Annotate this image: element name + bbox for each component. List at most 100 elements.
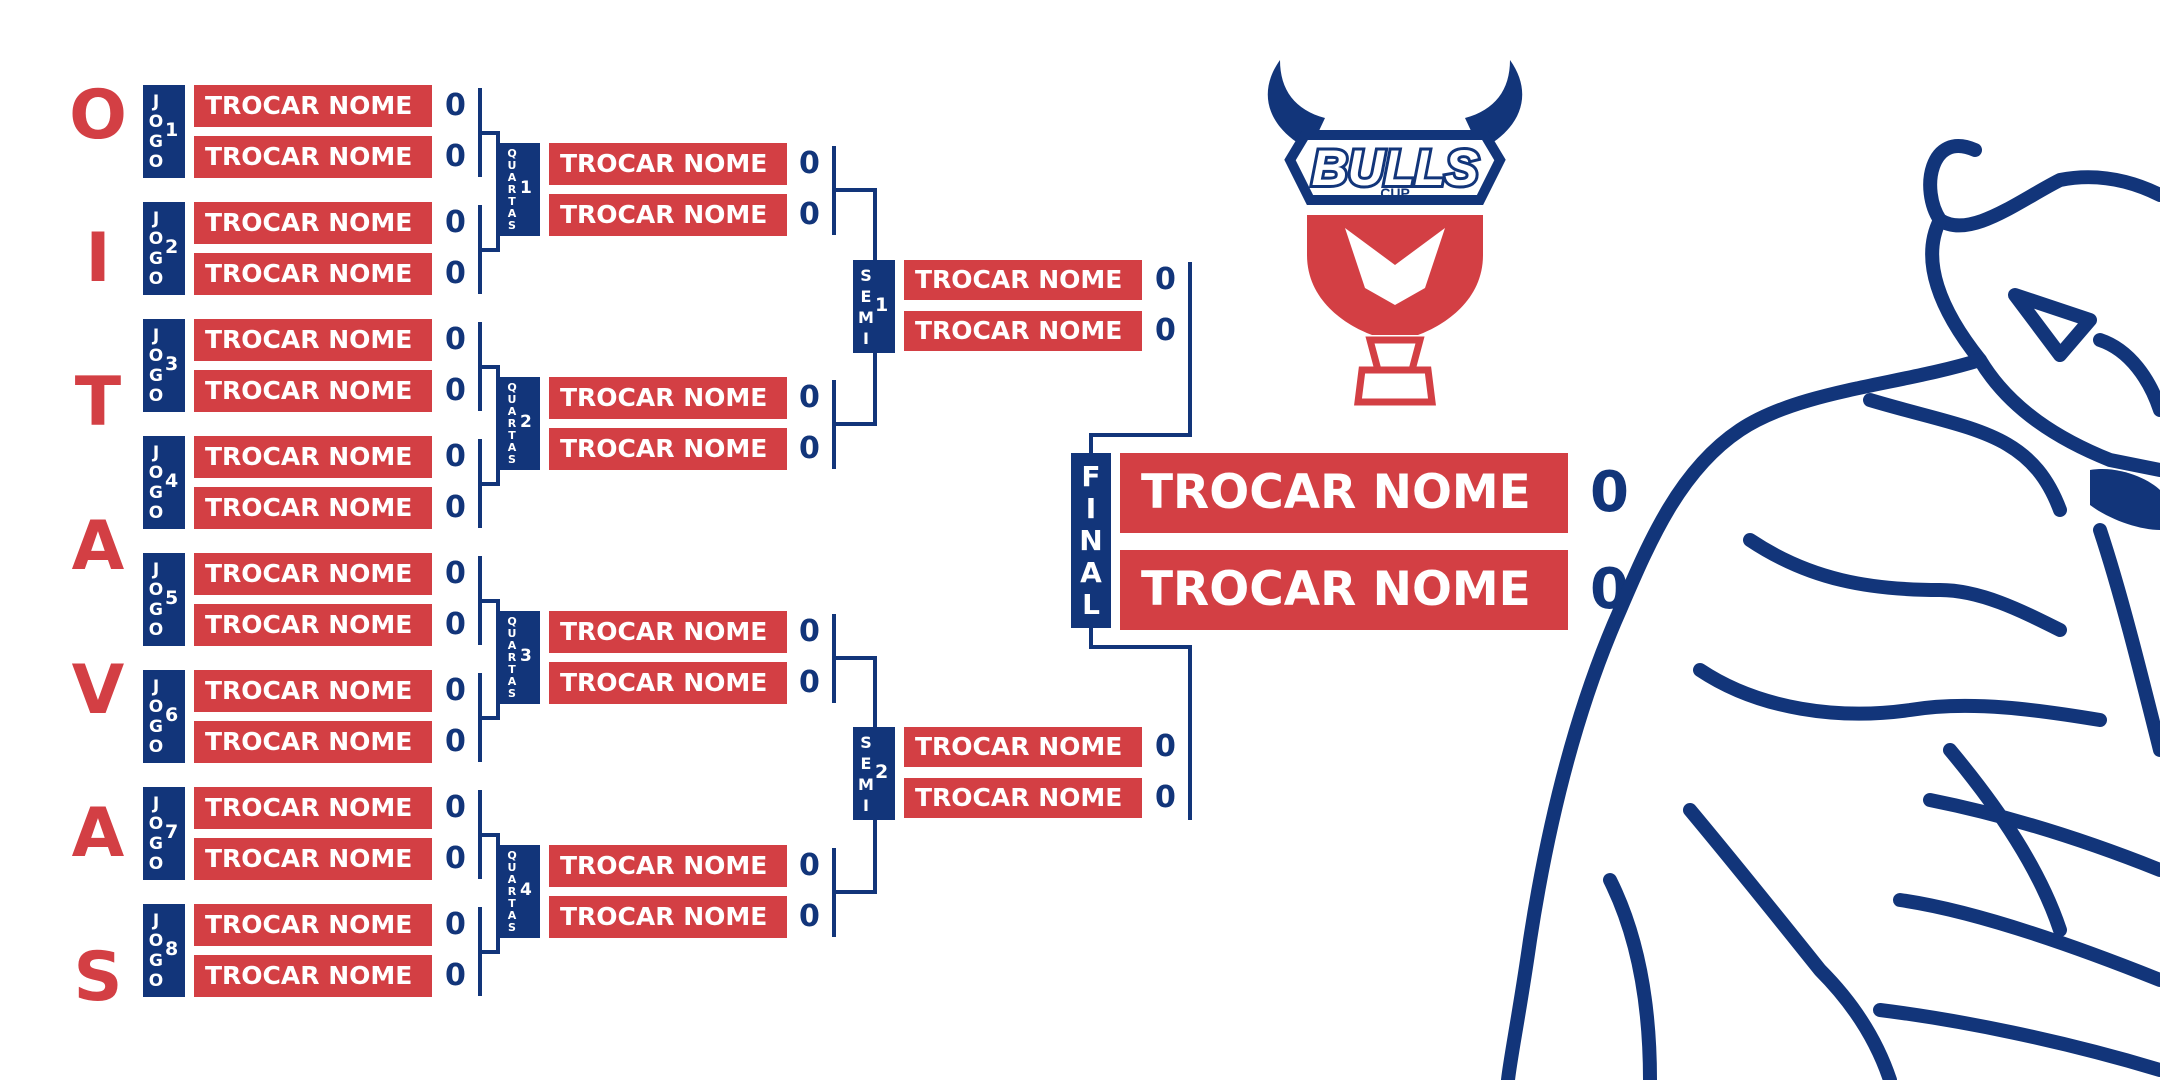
side-title-letter: A (71, 507, 125, 586)
team-score[interactable]: 0 (1155, 311, 1176, 351)
team-score[interactable]: 0 (1155, 260, 1176, 300)
team-score[interactable]: 0 (799, 611, 820, 653)
tab-quartas-4: QUARTAS4 (500, 845, 540, 938)
match-number: 6 (165, 704, 179, 727)
bracket-line (832, 188, 876, 192)
vertical-label-letter: A (507, 206, 517, 220)
team-score[interactable]: 0 (445, 955, 466, 997)
team-name[interactable]: TROCAR NOME (549, 845, 787, 887)
team-score[interactable]: 0 (1155, 778, 1176, 818)
team-name[interactable]: TROCAR NOME (904, 311, 1142, 351)
team-score[interactable]: 0 (799, 428, 820, 470)
team-score[interactable]: 0 (445, 436, 466, 478)
team-name[interactable]: TROCAR NOME (549, 896, 787, 938)
vertical-label-letter: O (148, 268, 164, 289)
vertical-label-letter: U (507, 626, 517, 640)
team-name[interactable]: TROCAR NOME (194, 604, 432, 646)
bracket-line (478, 716, 498, 720)
team-score[interactable]: 0 (445, 904, 466, 946)
vertical-label-letter: R (507, 650, 517, 664)
tab-semi-1: SEMI1 (853, 260, 895, 353)
team-score[interactable]: 0 (799, 194, 820, 236)
team-score[interactable]: 0 (445, 787, 466, 829)
team-score[interactable]: 0 (445, 370, 466, 412)
vertical-label-letter: I (863, 795, 869, 815)
team-score[interactable]: 0 (445, 838, 466, 880)
vertical-label-letter: R (507, 416, 517, 430)
team-name[interactable]: TROCAR NOME (194, 904, 432, 946)
vertical-label-letter: J (152, 793, 160, 814)
team-name[interactable]: TROCAR NOME (194, 670, 432, 712)
vertical-label-letter: A (507, 638, 517, 652)
team-name[interactable]: TROCAR NOME (194, 487, 432, 529)
match-number: 2 (520, 412, 532, 433)
team-score[interactable]: 0 (445, 85, 466, 127)
vertical-label-letter: A (1080, 555, 1102, 589)
vertical-label-letter: G (149, 482, 163, 503)
team-name[interactable]: TROCAR NOME (549, 194, 787, 236)
team-name[interactable]: TROCAR NOME (194, 436, 432, 478)
team-name[interactable]: TROCAR NOME (194, 787, 432, 829)
match-number: 7 (165, 821, 179, 844)
team-name[interactable]: TROCAR NOME (194, 553, 432, 595)
team-name[interactable]: TROCAR NOME (194, 253, 432, 295)
tab-jogo-2: JOGO2 (143, 202, 185, 295)
team-score[interactable]: 0 (445, 319, 466, 361)
team-name[interactable]: TROCAR NOME (904, 260, 1142, 300)
team-score[interactable]: 0 (445, 202, 466, 244)
team-score[interactable]: 0 (1155, 727, 1176, 767)
team-score[interactable]: 0 (799, 662, 820, 704)
vertical-label-letter: G (149, 131, 163, 152)
team-score[interactable]: 0 (799, 896, 820, 938)
tab-jogo-6: JOGO6 (143, 670, 185, 763)
team-name[interactable]: TROCAR NOME (194, 202, 432, 244)
team-name[interactable]: TROCAR NOME (194, 136, 432, 178)
team-score[interactable]: 0 (799, 845, 820, 887)
team-name[interactable]: TROCAR NOME (194, 721, 432, 763)
team-name[interactable]: TROCAR NOME (194, 370, 432, 412)
vertical-label-letter: Q (507, 614, 517, 628)
team-score[interactable]: 0 (445, 487, 466, 529)
team-name[interactable]: TROCAR NOME (549, 611, 787, 653)
team-score[interactable]: 0 (445, 604, 466, 646)
team-name[interactable]: TROCAR NOME (194, 85, 432, 127)
tab-semi-2: SEMI2 (853, 727, 895, 820)
side-title-letter: V (71, 651, 125, 730)
team-score[interactable]: 0 (445, 136, 466, 178)
team-name[interactable]: TROCAR NOME (549, 143, 787, 185)
vertical-label-letter: T (508, 428, 516, 442)
vertical-label-letter: J (152, 325, 160, 346)
team-name[interactable]: TROCAR NOME (549, 428, 787, 470)
team-name[interactable]: TROCAR NOME (549, 377, 787, 419)
team-score[interactable]: 0 (445, 253, 466, 295)
vertical-label-letter: O (148, 853, 164, 874)
vertical-label-letter: O (148, 502, 164, 523)
team-name[interactable]: TROCAR NOME (194, 319, 432, 361)
vertical-label-letter: A (507, 674, 517, 688)
bracket-line (478, 131, 498, 135)
team-name[interactable]: TROCAR NOME (194, 955, 432, 997)
bracket-line (832, 656, 876, 660)
team-score[interactable]: 0 (799, 377, 820, 419)
vertical-label-letter: T (508, 194, 516, 208)
team-name[interactable]: TROCAR NOME (904, 778, 1142, 818)
vertical-label-letter: G (149, 599, 163, 620)
team-score[interactable]: 0 (445, 721, 466, 763)
team-score[interactable]: 0 (445, 553, 466, 595)
vertical-label-letter: O (148, 619, 164, 640)
team-score[interactable]: 0 (445, 670, 466, 712)
logo-subtitle: CUP (1380, 185, 1410, 201)
team-name[interactable]: TROCAR NOME (904, 727, 1142, 767)
vertical-label-letter: G (149, 950, 163, 971)
vertical-label-letter: G (149, 248, 163, 269)
tab-final: FINAL (1071, 453, 1111, 628)
team-name[interactable]: TROCAR NOME (194, 838, 432, 880)
side-title-letter: A (71, 794, 125, 873)
bracket-line (1188, 645, 1192, 820)
vertical-label-letter: J (152, 208, 160, 229)
bracket-line (1188, 262, 1192, 437)
team-score[interactable]: 0 (799, 143, 820, 185)
match-number: 8 (165, 938, 179, 961)
vertical-label-letter: U (507, 860, 517, 874)
team-name[interactable]: TROCAR NOME (549, 662, 787, 704)
